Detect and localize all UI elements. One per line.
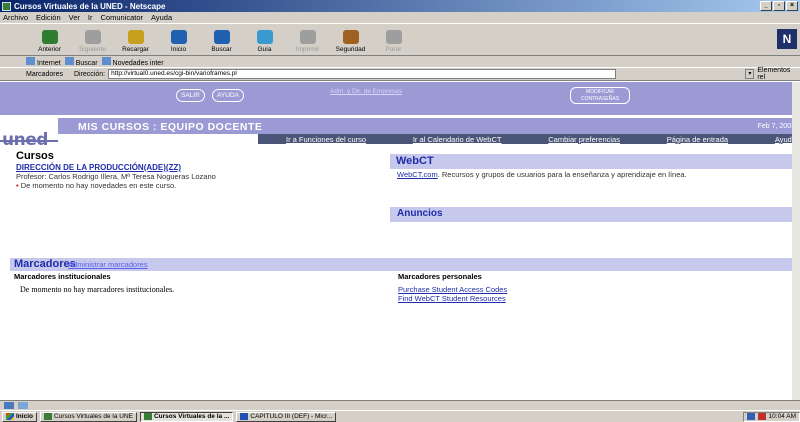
personal-item-novedades[interactable]: Novedades inter xyxy=(101,56,164,67)
url-dropdown-button[interactable]: ▾ xyxy=(745,69,755,79)
stop-icon xyxy=(385,30,402,44)
anuncios-header-bar xyxy=(390,207,800,222)
reload-button[interactable]: Recargar xyxy=(114,25,157,55)
tray-icon[interactable] xyxy=(757,413,766,420)
netscape-window-icon xyxy=(2,1,11,11)
minimize-button[interactable]: _ xyxy=(760,1,772,11)
course-link[interactable]: DIRECCIÓN DE LA PRODUCCIÓN(ADE)(ZZ) xyxy=(16,163,181,172)
salir-button[interactable]: SALIR xyxy=(176,89,205,102)
logo-underline xyxy=(0,140,58,142)
security-button[interactable]: Seguridad xyxy=(329,25,372,55)
maximize-button[interactable]: ▫ xyxy=(773,1,785,11)
personal-toolbar: Internet Buscar Novedades inter xyxy=(0,56,800,67)
bookmark-icon xyxy=(26,56,35,65)
menu-ir[interactable]: Ir xyxy=(88,13,93,22)
window-controls: _ ▫ × xyxy=(760,1,798,11)
taskbar-item-active[interactable]: Cursos Virtuales de la ... xyxy=(139,411,234,422)
address-label: Dirección: xyxy=(73,70,106,78)
current-date: Feb 7, 2003 xyxy=(757,123,795,130)
url-input[interactable]: http://virtual0.uned.es/cgi-bin/variofra… xyxy=(108,69,617,79)
back-button[interactable]: Anterior xyxy=(28,25,71,55)
webct-link[interactable]: WebCT.com xyxy=(397,170,438,179)
professor-text: Profesor: Carlos Rodrigo Illera, Mª Tere… xyxy=(16,172,216,181)
institutional-bookmarks-heading: Marcadores institucionales xyxy=(14,272,111,281)
back-arrow-icon xyxy=(41,30,58,44)
department-link[interactable]: Adm. y Dir. de Empresas xyxy=(330,88,402,95)
page-title: MIS CURSOS : EQUIPO DOCENTE xyxy=(78,121,263,133)
cursos-heading: Cursos xyxy=(16,150,54,162)
close-button[interactable]: × xyxy=(786,1,798,11)
course-nav-band: SALIR AYUDA Adm. y Dir. de Empresas MODI… xyxy=(0,82,800,115)
webct-description: WebCT.com. Recursos y grupos de usuarios… xyxy=(397,170,687,179)
change-password-button[interactable]: MODIFICAR CONTRASEÑAS xyxy=(570,87,630,104)
anuncios-heading: Anuncios xyxy=(397,208,443,219)
netscape-logo: N xyxy=(777,29,797,49)
navigation-toolbar: Anterior Siguiente Recargar Inicio Busca… xyxy=(0,23,800,56)
menu-comunicator[interactable]: Comunicator xyxy=(100,13,143,22)
personal-item-internet[interactable]: Internet xyxy=(26,56,61,67)
search-button[interactable]: Buscar xyxy=(200,25,243,55)
window-title-bar: Cursos Virtuales de la UNED - Netscape _… xyxy=(0,0,800,12)
personal-item-buscar[interactable]: Buscar xyxy=(64,56,98,67)
reload-icon xyxy=(127,30,144,44)
bookmarks-menu[interactable]: Marcadores xyxy=(26,71,63,78)
forward-button[interactable]: Siguiente xyxy=(71,25,114,55)
link-preferences[interactable]: Cambiar preferencias xyxy=(548,135,620,144)
guide-button[interactable]: Guía xyxy=(243,25,286,55)
home-button[interactable]: Inicio xyxy=(157,25,200,55)
netscape-icon xyxy=(143,413,152,420)
personal-bookmark-link[interactable]: Purchase Student Access Codes xyxy=(398,285,507,294)
webct-heading: WebCT xyxy=(396,155,434,167)
location-toolbar: Marcadores Dirección: http://virtual0.un… xyxy=(0,67,800,81)
related-items-button[interactable]: Elementos rel xyxy=(757,67,800,81)
link-entry-page[interactable]: Página de entrada xyxy=(667,135,728,144)
menu-ver[interactable]: Ver xyxy=(69,13,80,22)
window-title: Cursos Virtuales de la UNED - Netscape xyxy=(14,1,166,11)
forward-arrow-icon xyxy=(84,30,101,44)
bookmark-icon xyxy=(101,56,111,65)
marcadores-heading: Marcadores xyxy=(14,258,76,270)
status-bar xyxy=(0,400,800,410)
menu-bar: Archivo Edición Ver Ir Comunicator Ayuda xyxy=(0,12,800,23)
no-news-text: • De momento no hay novedades en este cu… xyxy=(16,181,177,190)
guide-icon xyxy=(256,30,273,44)
home-icon xyxy=(170,30,187,44)
system-tray: 10:04 AM xyxy=(742,411,800,422)
menu-edicion[interactable]: Edición xyxy=(36,13,61,22)
clock: 10:04 AM xyxy=(768,413,796,420)
connection-status-icon xyxy=(4,402,14,409)
windows-logo-icon xyxy=(6,413,14,420)
stop-button[interactable]: Parar xyxy=(372,25,415,55)
taskbar-item[interactable]: CAPÍTULO III (DEF) - Micr... xyxy=(236,411,337,422)
print-icon xyxy=(299,30,316,44)
component-bar-icon[interactable] xyxy=(18,402,28,409)
search-icon xyxy=(213,30,230,44)
webct-header-bar xyxy=(390,154,800,169)
personal-bookmark-link[interactable]: Find WebCT Student Resources xyxy=(398,294,506,303)
header-links-bar: Ir a Funciones del curso Ir al Calendari… xyxy=(258,134,800,144)
windows-taskbar: Inicio Cursos Virtuales de la UNE Cursos… xyxy=(0,410,800,422)
institutional-empty-text: De momento no hay marcadores institucion… xyxy=(20,285,175,294)
bookmark-icon xyxy=(64,56,74,65)
manage-bookmarks-link[interactable]: Administrar marcadores xyxy=(68,260,148,269)
link-calendar[interactable]: Ir al Calendario de WebCT xyxy=(413,135,502,144)
word-icon xyxy=(240,413,249,420)
link-course-functions[interactable]: Ir a Funciones del curso xyxy=(286,135,366,144)
print-button[interactable]: Imprimir xyxy=(286,25,329,55)
menu-ayuda[interactable]: Ayuda xyxy=(151,13,172,22)
menu-archivo[interactable]: Archivo xyxy=(3,13,28,22)
taskbar-item[interactable]: Cursos Virtuales de la UNE xyxy=(39,411,137,422)
lock-icon xyxy=(342,30,359,44)
tray-icon[interactable] xyxy=(746,413,755,420)
vertical-scrollbar[interactable] xyxy=(792,82,800,400)
personal-bookmarks-heading: Marcadores personales xyxy=(398,272,482,281)
start-button[interactable]: Inicio xyxy=(2,411,37,422)
netscape-icon xyxy=(43,413,52,420)
ayuda-button[interactable]: AYUDA xyxy=(212,89,244,102)
